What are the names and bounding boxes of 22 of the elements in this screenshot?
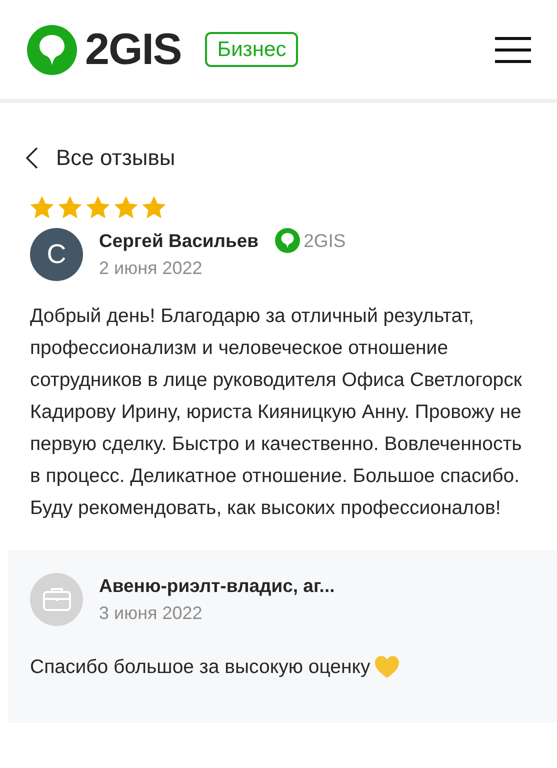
briefcase-icon <box>42 587 70 612</box>
back-link[interactable]: Все отзывы <box>26 141 176 174</box>
reply-text: Спасибо большое за высокую оценку <box>30 654 370 680</box>
review-text: Добрый день! Благодарю за отличный результат, профессионализм и человеческое отношение сотрудников в лице руководителя Офиса Светлогорск Кадирову Ирину, юриста Кияницкую Анну. Провожу не первую сделку. Быстро и качественно. Вовлеченность в процесс. Деликатное отношение. Большое спасибо. Буду рекомендовать, как высоких профессионалов! <box>30 304 523 521</box>
back-icon <box>26 146 38 168</box>
star-icon <box>58 196 82 219</box>
heart-icon <box>374 654 400 678</box>
avatar: С <box>30 228 83 281</box>
source-label: 2GIS <box>304 229 346 253</box>
menu-button[interactable] <box>495 36 531 62</box>
review-date: 2 июня 2022 <box>99 256 204 280</box>
logo-text: 2GIS <box>85 28 182 72</box>
star-icon <box>114 196 138 219</box>
star-icon <box>86 196 110 219</box>
star-icon <box>142 196 166 219</box>
logo-icon <box>27 24 77 74</box>
business-badge: Бизнес <box>205 32 298 68</box>
reply-date: 3 июня 2022 <box>99 602 204 624</box>
business-name: Авеню-риэлт-владис, аг... <box>99 574 335 598</box>
source-icon <box>274 228 300 254</box>
star-icon <box>30 196 54 219</box>
author-name: Сергей Васильев <box>99 229 259 253</box>
